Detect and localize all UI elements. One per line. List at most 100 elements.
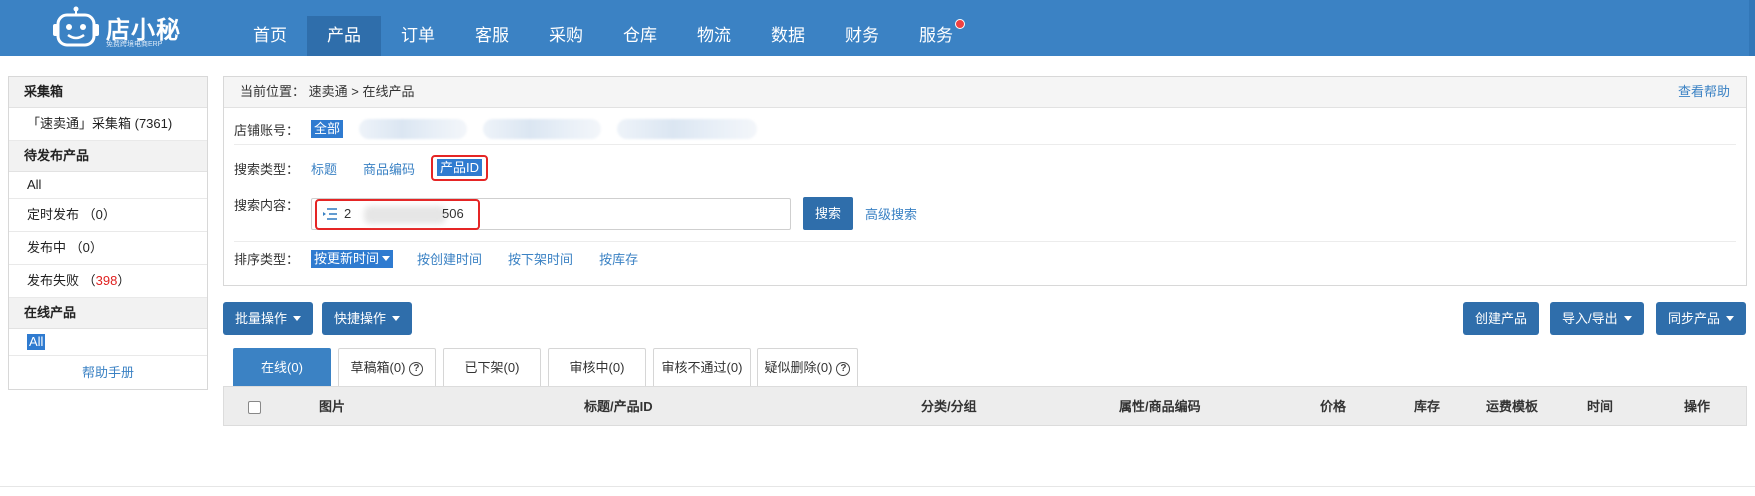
- nav-services[interactable]: 服务: [899, 16, 973, 56]
- sort-stock[interactable]: 按库存: [599, 249, 638, 268]
- sidebar: 采集箱 「速卖通」采集箱 (7361) 待发布产品 All 定时发布 （0） 发…: [8, 76, 208, 390]
- divider: [234, 241, 1736, 242]
- nav-finance[interactable]: 财务: [825, 16, 899, 56]
- nav-orders[interactable]: 订单: [381, 16, 455, 56]
- tab-drafts[interactable]: 草稿箱(0)?: [338, 348, 436, 386]
- search-content-label: 搜索内容：: [234, 198, 300, 213]
- select-all-checkbox[interactable]: [248, 401, 261, 414]
- tab-suspected-deleted[interactable]: 疑似删除(0)?: [757, 348, 858, 386]
- column-time: 时间: [1587, 399, 1614, 414]
- sort-label: 排序类型：: [234, 252, 300, 267]
- nav-warehouse[interactable]: 仓库: [603, 16, 677, 56]
- caret-down-icon: [1726, 316, 1735, 321]
- tab-delisted[interactable]: 已下架(0): [443, 348, 541, 386]
- search-type-product-id[interactable]: 产品ID: [437, 159, 483, 176]
- shop-label: 店铺账号：: [234, 122, 300, 138]
- main-nav: 首页 产品 订单 客服 采购 仓库 物流 数据 财务 服务: [233, 16, 973, 56]
- help-question-icon[interactable]: ?: [409, 362, 424, 376]
- help-question-icon[interactable]: ?: [836, 362, 851, 376]
- notification-dot: [955, 19, 965, 29]
- batch-operations-label: 批量操作: [235, 311, 288, 326]
- sidebar-item-count-open: （: [82, 273, 96, 288]
- tab-drafts-label: 草稿箱(0): [350, 360, 406, 375]
- sidebar-item-scheduled[interactable]: 定时发布 （0）: [9, 199, 207, 232]
- breadcrumb: 当前位置： 速卖通 > 在线产品 查看帮助: [224, 77, 1746, 108]
- tab-online[interactable]: 在线(0): [233, 348, 331, 386]
- tab-suspected-deleted-label: 疑似删除(0): [764, 360, 833, 375]
- column-price: 价格: [1320, 399, 1347, 414]
- column-image: 图片: [319, 399, 346, 414]
- sidebar-section-collect: 采集箱: [9, 77, 207, 108]
- create-product-button[interactable]: 创建产品: [1463, 302, 1540, 335]
- breadcrumb-prefix: 当前位置：: [240, 84, 306, 99]
- nav-logistics[interactable]: 物流: [677, 16, 751, 56]
- column-category: 分类/分组: [921, 399, 977, 414]
- column-actions: 操作: [1684, 399, 1711, 414]
- divider: [0, 486, 1755, 487]
- nav-home[interactable]: 首页: [233, 16, 307, 56]
- sidebar-item-label: All: [27, 177, 42, 192]
- table-header: 图片 标题/产品ID 分类/分组 属性/商品编码 价格 库存 运费模板 时间 操…: [223, 386, 1747, 426]
- search-value-tail: 506: [442, 205, 464, 221]
- sidebar-item-count: （0）: [82, 207, 116, 222]
- top-navbar: 店小秘 免费跨境电商ERP 首页 产品 订单 客服 采购 仓库 物流 数据 财务…: [0, 0, 1755, 56]
- batch-list-icon[interactable]: [322, 207, 338, 221]
- sort-delisted[interactable]: 按下架时间: [508, 249, 573, 268]
- search-content-row: 搜索内容： 2 506 搜索 高级搜索: [234, 197, 943, 230]
- logo-subtitle: 免费跨境电商ERP: [106, 41, 163, 48]
- sort-updated-dropdown[interactable]: 按更新时间: [311, 249, 394, 268]
- caret-down-icon: [1623, 316, 1632, 321]
- highlight-box: 产品ID: [431, 155, 489, 181]
- caret-down-icon: [293, 316, 302, 321]
- nav-purchasing[interactable]: 采购: [529, 16, 603, 56]
- search-button[interactable]: 搜索: [803, 197, 854, 230]
- sort-created[interactable]: 按创建时间: [417, 249, 482, 268]
- create-product-label: 创建产品: [1475, 311, 1528, 326]
- caret-down-icon: [382, 255, 391, 261]
- search-input[interactable]: 2 506: [311, 197, 792, 230]
- import-export-button[interactable]: 导入/导出: [1550, 302, 1644, 335]
- nav-customer-service[interactable]: 客服: [455, 16, 529, 56]
- column-shipping-template: 运费模板: [1486, 399, 1539, 414]
- nav-products[interactable]: 产品: [307, 16, 381, 56]
- search-type-row: 搜索类型： 标题 商品编码 产品ID: [234, 155, 489, 181]
- sidebar-item-collect-box[interactable]: 「速卖通」采集箱 (7361): [9, 108, 207, 141]
- search-type-title[interactable]: 标题: [311, 159, 337, 178]
- breadcrumb-path: 速卖通 > 在线产品: [308, 84, 415, 99]
- sidebar-item-count-red: 398: [95, 273, 118, 288]
- shop-filter-row: 店铺账号： 全部: [234, 119, 758, 139]
- tab-review-rejected[interactable]: 审核不通过(0): [653, 348, 751, 386]
- sidebar-item-label: 发布中: [27, 240, 67, 255]
- quick-operations-label: 快捷操作: [334, 311, 387, 326]
- sidebar-item-publishing[interactable]: 发布中 （0）: [9, 232, 207, 265]
- sidebar-help-link[interactable]: 帮助手册: [9, 356, 207, 390]
- column-attributes: 属性/商品编码: [1119, 399, 1201, 414]
- sidebar-item-pending-all[interactable]: All: [9, 172, 207, 199]
- sort-updated-label: 按更新时间: [314, 250, 380, 266]
- search-type-sku[interactable]: 商品编码: [363, 159, 415, 178]
- view-help-link[interactable]: 查看帮助: [1678, 77, 1730, 107]
- sidebar-item-label: 发布失败: [27, 273, 80, 288]
- shop-option-redacted[interactable]: [617, 119, 758, 139]
- topbar-edge: [1749, 0, 1755, 56]
- advanced-search-link[interactable]: 高级搜索: [865, 204, 917, 223]
- search-value-head: 2: [344, 205, 352, 221]
- batch-operations-button[interactable]: 批量操作: [223, 302, 314, 335]
- sync-products-label: 同步产品: [1668, 311, 1721, 326]
- robot-logo-icon: [53, 6, 99, 47]
- shop-all-option[interactable]: 全部: [311, 120, 344, 138]
- column-stock: 库存: [1414, 399, 1441, 414]
- redacted-value: [364, 205, 447, 224]
- quick-operations-button[interactable]: 快捷操作: [322, 302, 413, 335]
- sidebar-item-online-all[interactable]: All: [9, 329, 207, 356]
- nav-data[interactable]: 数据: [751, 16, 825, 56]
- sidebar-item-count: （0）: [69, 240, 103, 255]
- divider: [234, 144, 1736, 145]
- shop-option-redacted[interactable]: [359, 119, 468, 139]
- sidebar-item-failed[interactable]: 发布失败 （398）: [9, 265, 207, 298]
- shop-option-redacted[interactable]: [483, 119, 602, 139]
- sidebar-section-online: 在线产品: [9, 298, 207, 329]
- tab-under-review[interactable]: 审核中(0): [548, 348, 646, 386]
- sync-products-button[interactable]: 同步产品: [1656, 302, 1747, 335]
- app-logo[interactable]: 店小秘 免费跨境电商ERP: [52, 4, 182, 52]
